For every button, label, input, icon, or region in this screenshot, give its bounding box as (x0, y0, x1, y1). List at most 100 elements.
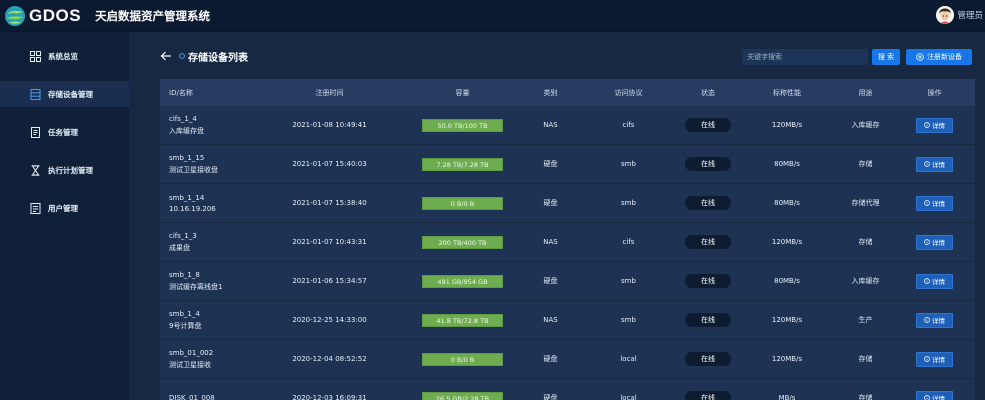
detail-button[interactable]: 详情 (916, 195, 953, 211)
detail-button-label: 详情 (932, 278, 945, 286)
status-badge: 在线 (685, 352, 731, 366)
task-icon (31, 126, 40, 138)
column-header-id[interactable]: ID/名称 (160, 88, 257, 98)
info-circle-icon (924, 239, 930, 245)
detail-button-label: 详情 (932, 356, 945, 364)
device-id: smb_1_14 (169, 193, 205, 202)
register-time: 2021-01-08 10:49:41 (292, 121, 367, 129)
grid-icon (30, 50, 41, 62)
sidebar-item-tasks[interactable]: 任务管理 (0, 119, 129, 145)
device-type: 硬盘 (543, 394, 558, 400)
detail-button[interactable]: 详情 (916, 390, 953, 400)
detail-button[interactable]: 详情 (916, 351, 953, 367)
logo[interactable]: GDOS (4, 5, 81, 27)
info-circle-icon (924, 395, 930, 400)
device-type: 硬盘 (543, 355, 558, 363)
sidebar-item-label: 任务管理 (48, 127, 78, 137)
access-protocol: local (620, 355, 637, 363)
device-usage: 存储 (858, 355, 873, 363)
access-protocol: cifs (622, 238, 635, 246)
device-usage: 存储 (858, 160, 873, 168)
back-arrow-icon[interactable] (160, 50, 172, 62)
table-row[interactable]: smb_1_8 测试缓存离线盘1 2021-01-06 15:34:57 491 GB… (160, 262, 975, 301)
detail-button-label: 详情 (932, 200, 945, 208)
column-header-usage[interactable]: 用途 (837, 88, 894, 98)
logo-text: GDOS (29, 5, 82, 25)
table-row[interactable]: smb_1_14 10.16.19.206 2021-01-07 15:38:40 0… (160, 184, 975, 223)
status-badge: 在线 (685, 313, 731, 327)
capacity-bar: 26.5 GB/2.28 TB (422, 391, 503, 400)
device-name: 成果盘 (169, 243, 190, 252)
device-id: smb_1_15 (169, 153, 205, 162)
nominal-performance: 120MB/s (771, 121, 803, 129)
status-badge: 在线 (685, 391, 731, 400)
table-row[interactable]: smb_01_002 测试卫星接收 2020-12-04 08:52:52 0 B/0… (160, 340, 975, 379)
column-header-time[interactable]: 注册时间 (257, 88, 402, 98)
hourglass-icon (31, 164, 40, 176)
detail-button[interactable]: 详情 (916, 117, 953, 133)
device-name: 入库缓存盘 (169, 126, 204, 135)
sidebar-item-label: 存储设备管理 (48, 89, 93, 99)
info-circle-icon (924, 161, 930, 167)
sidebar-item-overview[interactable]: 系统总览 (0, 43, 129, 69)
detail-button[interactable]: 详情 (916, 312, 953, 328)
status-badge: 在线 (685, 235, 731, 249)
avatar[interactable] (936, 6, 955, 24)
user-menu[interactable]: 管理员 (936, 6, 983, 24)
detail-button-label: 详情 (932, 161, 945, 169)
detail-button-label: 详情 (932, 122, 945, 130)
action-cell: 详情 (894, 312, 975, 328)
table-body: cifs_1_4 入库缓存盘 2021-01-08 10:49:41 50.0 TB/… (160, 106, 975, 400)
search-input[interactable] (742, 49, 868, 65)
column-header-type[interactable]: 类别 (523, 88, 578, 98)
sidebar-item-schedule[interactable]: 执行计划管理 (0, 157, 129, 183)
device-id-cell: smb_1_14 10.16.19.206 (160, 194, 257, 213)
nominal-performance: 120MB/s (771, 238, 803, 246)
page-title: 存储设备列表 (188, 53, 248, 64)
info-circle-icon (924, 278, 930, 284)
capacity-cell: 0 B/0 B (402, 196, 523, 210)
sidebar: 系统总览 存储设备管理 任务管理 执行计划管理 用户管理 (0, 32, 129, 400)
column-header-performance[interactable]: 标称性能 (737, 88, 837, 98)
register-device-button[interactable]: 注册新设备 (906, 49, 972, 65)
detail-button[interactable]: 详情 (916, 156, 953, 172)
column-header-status[interactable]: 状态 (679, 88, 737, 98)
action-cell: 详情 (894, 156, 975, 172)
table-row[interactable]: DISK_01_008 2020-12-03 16:09:31 26.5 GB/2.… (160, 379, 975, 400)
device-type: 硬盘 (543, 199, 558, 207)
device-name: 9号计算盘 (169, 321, 202, 330)
status-cell: 在线 (679, 157, 737, 171)
nominal-performance: 80MB/s (774, 277, 800, 285)
status-cell: 在线 (679, 391, 737, 400)
device-name: 10.16.19.206 (169, 204, 216, 213)
column-header-protocol[interactable]: 访问协议 (578, 88, 679, 98)
info-circle-icon (924, 356, 930, 362)
sidebar-item-users[interactable]: 用户管理 (0, 195, 129, 221)
status-cell: 在线 (679, 274, 737, 288)
device-id: DISK_01_008 (169, 394, 215, 400)
table-row[interactable]: cifs_1_3 成果盘 2021-01-07 10:43:31 200 TB/400… (160, 223, 975, 262)
access-protocol: smb (621, 160, 636, 168)
top-bar: GDOS 天启数据资产管理系统 管理员 (0, 0, 985, 32)
detail-button[interactable]: 详情 (916, 234, 953, 250)
table-row[interactable]: smb_1_4 9号计算盘 2020-12-25 14:33:00 41.8 TB/7… (160, 301, 975, 340)
search-button[interactable]: 搜 索 (872, 49, 900, 65)
info-circle-icon (924, 200, 930, 206)
sidebar-item-storage[interactable]: 存储设备管理 (0, 81, 129, 107)
status-cell: 在线 (679, 196, 737, 210)
detail-button-label: 详情 (932, 239, 945, 247)
status-badge: 在线 (685, 274, 731, 288)
status-cell: 在线 (679, 235, 737, 249)
device-usage: 存储代理 (851, 199, 880, 207)
register-time: 2020-12-25 14:33:00 (292, 316, 367, 324)
action-cell: 详情 (894, 195, 975, 211)
table-header: ID/名称 注册时间 容量 类别 访问协议 状态 标称性能 用途 操作 (160, 79, 975, 106)
table-row[interactable]: smb_1_15 测试卫星接收盘 2021-01-07 15:40:03 7.28 T… (160, 145, 975, 184)
action-cell: 详情 (894, 351, 975, 367)
table-row[interactable]: cifs_1_4 入库缓存盘 2021-01-08 10:49:41 50.0 TB/… (160, 106, 975, 145)
column-header-capacity[interactable]: 容量 (402, 88, 523, 98)
capacity-bar: 0 B/0 B (422, 352, 503, 366)
detail-button[interactable]: 详情 (916, 273, 953, 289)
sidebar-item-label: 执行计划管理 (48, 165, 93, 175)
nominal-performance: 120MB/s (771, 355, 803, 363)
